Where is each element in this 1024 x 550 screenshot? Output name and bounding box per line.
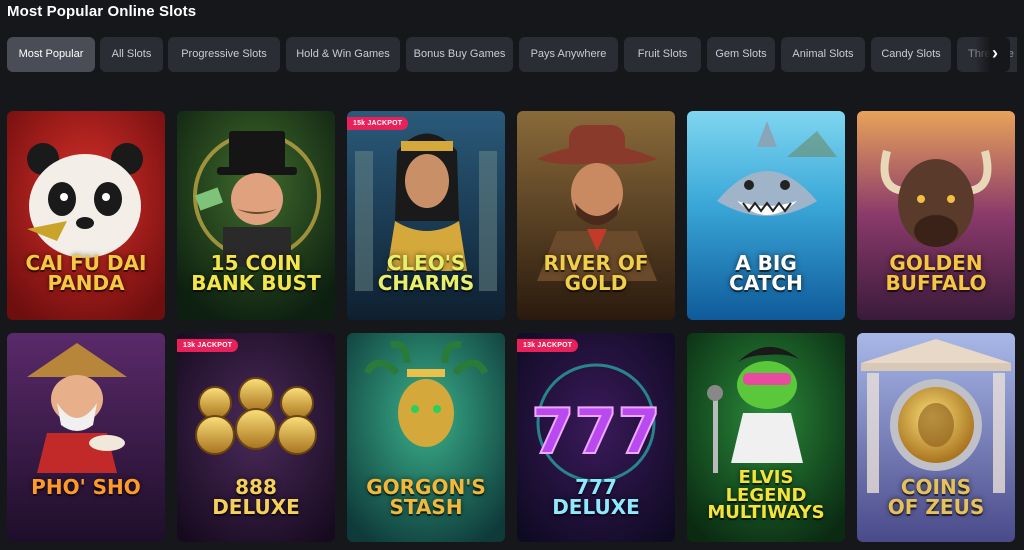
game-card-a-big-catch[interactable]: A BIG CATCH xyxy=(687,111,845,320)
game-card-gorgons-stash[interactable]: GORGON'S STASH xyxy=(347,333,505,542)
tab-candy-slots[interactable]: Candy Slots xyxy=(871,37,951,72)
game-card-golden-buffalo[interactable]: GOLDEN BUFFALO xyxy=(857,111,1015,320)
game-title: A BIG CATCH xyxy=(729,251,803,295)
game-title: GOLDEN BUFFALO xyxy=(885,251,987,295)
page-title: Most Popular Online Slots xyxy=(7,3,197,20)
game-card-pho-sho[interactable]: PHO' SHO xyxy=(7,333,165,542)
tab-most-popular[interactable]: Most Popular xyxy=(7,37,95,72)
game-title: 777 DELUXE xyxy=(552,475,640,519)
chevron-right-icon[interactable]: › xyxy=(975,37,1010,72)
jackpot-badge: 13k JACKPOT xyxy=(517,339,579,352)
tab-fruit-slots[interactable]: Fruit Slots xyxy=(624,37,701,72)
jackpot-badge: 13k JACKPOT xyxy=(177,339,239,352)
game-card-elvis-legend-multiways[interactable]: ELVIS LEGEND MULTIWAYS xyxy=(687,333,845,542)
category-tabs: Most Popular All Slots Progressive Slots… xyxy=(7,37,1017,72)
tab-progressive-slots[interactable]: Progressive Slots xyxy=(168,37,280,72)
game-title: PHO' SHO xyxy=(31,475,141,499)
game-title: ELVIS LEGEND MULTIWAYS xyxy=(707,467,825,524)
jackpot-badge: 15k JACKPOT xyxy=(347,117,409,130)
game-card-river-of-gold[interactable]: RIVER OF GOLD xyxy=(517,111,675,320)
pho-chef-art xyxy=(7,333,165,542)
game-title: RIVER OF GOLD xyxy=(543,251,649,295)
game-card-cleos-charms[interactable]: 15k JACKPOT CLEO'S CHARMS xyxy=(347,111,505,320)
tab-all-slots[interactable]: All Slots xyxy=(100,37,163,72)
game-card-cai-fu-dai-panda[interactable]: CAI FU DAI PANDA xyxy=(7,111,165,320)
game-title: 888 DELUXE xyxy=(212,475,300,519)
game-title: GORGON'S STASH xyxy=(366,475,486,519)
tab-bonus-buy-games[interactable]: Bonus Buy Games xyxy=(406,37,513,72)
game-title: CLEO'S CHARMS xyxy=(377,251,475,295)
game-title: CAI FU DAI PANDA xyxy=(25,251,147,295)
game-card-15-coin-bank-bust[interactable]: 15 COIN BANK BUST xyxy=(177,111,335,320)
tab-gem-slots[interactable]: Gem Slots xyxy=(707,37,775,72)
tab-pays-anywhere[interactable]: Pays Anywhere xyxy=(519,37,618,72)
game-title: COINS OF ZEUS xyxy=(887,475,985,519)
game-card-777-deluxe[interactable]: 777 13k JACKPOT 777 DELUXE xyxy=(517,333,675,542)
tab-animal-slots[interactable]: Animal Slots xyxy=(781,37,865,72)
game-card-coins-of-zeus[interactable]: COINS OF ZEUS xyxy=(857,333,1015,542)
tab-hold-win-games[interactable]: Hold & Win Games xyxy=(286,37,400,72)
game-card-888-deluxe[interactable]: 13k JACKPOT 888 DELUXE xyxy=(177,333,335,542)
game-title: 15 COIN BANK BUST xyxy=(191,251,321,295)
svg-text:777: 777 xyxy=(531,395,660,468)
